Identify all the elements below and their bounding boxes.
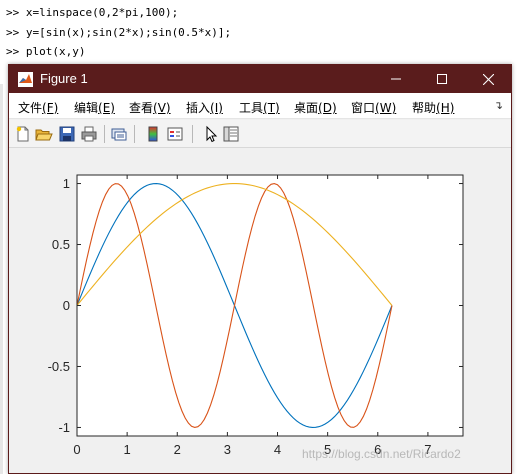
line-chart[interactable]: 0 1 2 3 4 5 6 710.50-0.5-1 — [0, 0, 518, 474]
x-tick-label: 2 — [174, 442, 181, 457]
y-tick-label: -0.5 — [48, 359, 70, 374]
y-tick-label: 1 — [63, 176, 70, 191]
x-tick-label: 0 — [73, 442, 80, 457]
x-tick-label: 1 — [124, 442, 131, 457]
y-tick-label: 0.5 — [52, 237, 70, 252]
watermark: https://blog.csdn.net/Ricardo2 — [302, 447, 461, 461]
y-tick-label: -1 — [58, 420, 70, 435]
x-tick-label: 3 — [224, 442, 231, 457]
y-tick-label: 0 — [63, 298, 70, 313]
x-tick-label: 4 — [274, 442, 281, 457]
